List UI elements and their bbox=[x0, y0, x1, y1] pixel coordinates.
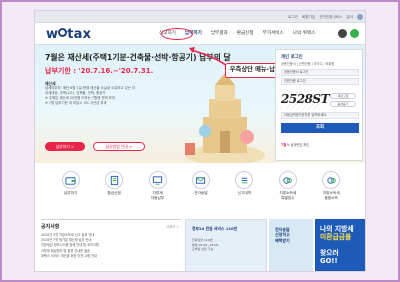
wetax-page: 로그인 회원가입 전자민원서비스 분야 w tax 신고하기 납부하기 납부결과 … bbox=[34, 10, 366, 272]
cert-login-field[interactable]: 공동인증서 로그인 bbox=[281, 69, 359, 76]
logo-text-w: w bbox=[46, 27, 59, 42]
gov24-banner[interactable]: 정부24 민원 서비스 110번 전화상담 110번 평일 09:00~18:0… bbox=[185, 219, 267, 271]
login-submit-button[interactable]: 조회 bbox=[281, 123, 359, 133]
captcha-audio-button[interactable]: 음성듣기 bbox=[330, 101, 356, 107]
captcha-input[interactable]: 자동입력방지문자를 입력하세요. bbox=[281, 112, 359, 119]
easy-login-field[interactable]: 간편인증 로그인 bbox=[281, 78, 359, 85]
quick-item-label: 지방소득세 특별징수 bbox=[279, 191, 297, 200]
document-icon bbox=[105, 171, 124, 189]
utility-bar: 로그인 회원가입 전자민원서비스 분야 bbox=[35, 11, 365, 23]
quick-item-autopay[interactable]: 지방세 자동납부 bbox=[143, 171, 173, 217]
refund-banner[interactable]: 나의 지방세 미환급금을 찾으러 GO!! bbox=[315, 219, 365, 271]
quick-item-edelivery[interactable]: 전자송달 bbox=[186, 171, 216, 217]
util-link-join[interactable]: 회원가입 bbox=[302, 13, 315, 21]
gov24-title: 정부24 민원 서비스 110번 bbox=[192, 226, 238, 231]
nav-my[interactable]: 나의 위택스 bbox=[293, 28, 316, 40]
monitor-icon bbox=[148, 171, 167, 189]
site-header: w tax 신고하기 납부하기 납부결과 환급신청 부가서비스 나의 위택스 bbox=[35, 23, 365, 45]
coins-icon bbox=[322, 171, 341, 189]
quick-item-withholding[interactable]: 지방소득세 특별징수 bbox=[273, 171, 303, 217]
login-footer-text[interactable]: 납세번호 확인 bbox=[291, 143, 310, 147]
quick-item-label: 환급신청 bbox=[107, 191, 121, 195]
logo-text-tax: tax bbox=[67, 27, 92, 42]
logo-circle-icon bbox=[58, 28, 68, 37]
search-icon[interactable] bbox=[350, 29, 359, 38]
nav-extra[interactable]: 부가서비스 bbox=[263, 28, 284, 40]
sandcastle-illustration bbox=[185, 73, 265, 163]
nav-result[interactable]: 납부결과 bbox=[211, 28, 228, 40]
quick-item-label: 지방세 자동납부 bbox=[150, 191, 165, 200]
refund-line-3: 찾으러 GO!! bbox=[320, 249, 339, 265]
captcha-image: 2528ST bbox=[281, 92, 330, 110]
login-tabs[interactable]: 공동인증서 | 간편인증 | 아이디 | 비회원 bbox=[281, 62, 359, 67]
notice-board: 공지사항 더보기 + 2020년 5월 지방소득세 신고·납부 안내 2020년… bbox=[41, 219, 181, 271]
login-footer: 7월 N 납세번호 확인 bbox=[281, 142, 309, 147]
quick-item-pay[interactable]: 납부하기 bbox=[56, 171, 86, 217]
refund-line-2: 미환급금을 bbox=[320, 233, 352, 241]
highlight-ellipse bbox=[161, 28, 193, 40]
quick-item-label: 납부하기 bbox=[63, 191, 78, 195]
notice-more-link[interactable]: 더보기 + bbox=[167, 224, 179, 229]
globe-icon[interactable] bbox=[357, 14, 363, 20]
notice-list: 2020년 5월 지방소득세 신고·납부 안내 2020년 7월 정기분 재산세… bbox=[41, 233, 181, 259]
banner-body: 재산세 납세의무자: 매년 6월 1일 현재 재산을 사실상 소유하고 있는 자… bbox=[45, 81, 195, 106]
footer-badge: N bbox=[287, 143, 290, 147]
quick-item-label: 신고내역 bbox=[237, 191, 252, 195]
list-item[interactable]: 위택스 서비스 개선을 위한 의견 수렴 안내 bbox=[41, 254, 181, 259]
captcha-refresh-button[interactable]: 새로고침 bbox=[330, 93, 356, 99]
login-title: 개인 로그인 bbox=[281, 55, 303, 60]
mail-icon bbox=[191, 171, 210, 189]
banner-guide-button[interactable]: 납부방법 안내 > bbox=[93, 142, 145, 151]
edelivery-banner[interactable]: 전자송달 신청하고 혜택받기 bbox=[269, 219, 313, 271]
gov24-body: 전화상담 110번 평일 09:00~18:00 모바일 상담 가능 bbox=[192, 238, 219, 252]
utility-links: 로그인 회원가입 전자민원서비스 분야 bbox=[288, 13, 363, 21]
quick-item-label: 전자송달 bbox=[194, 191, 208, 195]
banner-due-date: 납부기한 : '20.7.16.~'20.7.31. bbox=[45, 67, 154, 75]
notice-title: 공지사항 bbox=[41, 224, 60, 230]
coins-icon bbox=[278, 171, 297, 189]
quick-item-income[interactable]: 지방소득세 종합소득 bbox=[316, 171, 346, 217]
util-link-login[interactable]: 로그인 bbox=[288, 13, 298, 21]
header-icons bbox=[338, 29, 359, 38]
status-badge: 7월 bbox=[281, 143, 287, 147]
util-link-civil[interactable]: 전자민원서비스 bbox=[319, 13, 342, 21]
edelivery-title: 전자송달 신청하고 혜택받기 bbox=[275, 227, 290, 243]
quick-menu: 납부하기 환급신청 지방세 자동납부 전자송달 신고내역 지방소득세 특별징수 … bbox=[35, 171, 365, 217]
refund-line-1: 나의 지방세 bbox=[320, 225, 354, 233]
bottom-section: 공지사항 더보기 + 2020년 5월 지방소득세 신고·납부 안내 2020년… bbox=[35, 219, 365, 271]
wetax-logo[interactable]: w tax bbox=[46, 27, 91, 42]
banner-pay-button[interactable]: 납부하기 > bbox=[45, 142, 85, 151]
list-icon bbox=[235, 171, 254, 189]
quick-item-refund[interactable]: 환급신청 bbox=[99, 171, 129, 217]
quick-item-history[interactable]: 신고내역 bbox=[229, 171, 259, 217]
util-link-field[interactable]: 분야 bbox=[346, 13, 353, 21]
nav-refund[interactable]: 환급신청 bbox=[237, 28, 254, 40]
login-panel: 개인 로그인 공동인증서 | 간편인증 | 아이디 | 비회원 공동인증서 로그… bbox=[275, 49, 363, 161]
quick-item-label: 지방소득세 종합소득 bbox=[322, 191, 340, 200]
banner-line: ※ 7월 납부기한 내 미납시 3% 가산금 부과 bbox=[45, 101, 107, 105]
wallet-icon bbox=[61, 171, 80, 189]
menu-icon[interactable] bbox=[338, 29, 347, 38]
